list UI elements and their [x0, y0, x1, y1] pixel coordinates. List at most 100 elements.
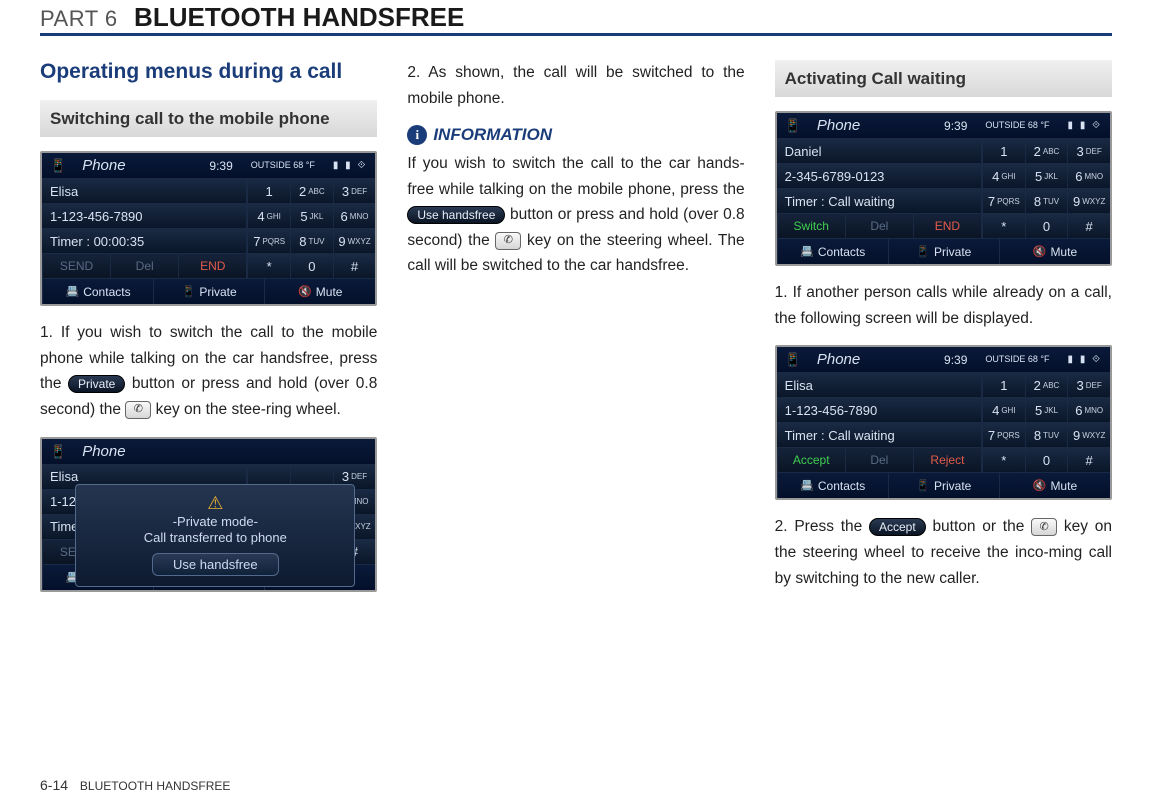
key-7[interactable]: 7PQRS: [982, 422, 1025, 447]
key-star[interactable]: *: [982, 447, 1025, 472]
send-button[interactable]: SEND: [42, 253, 110, 278]
key-6[interactable]: 6MNO: [1067, 397, 1110, 422]
del-button[interactable]: Del: [845, 213, 913, 238]
part-label: PART 6: [40, 6, 118, 31]
app-title: Phone: [817, 351, 860, 368]
call-key-icon: [495, 232, 521, 250]
use-handsfree-button[interactable]: Use handsfree: [152, 553, 279, 576]
end-button[interactable]: END: [178, 253, 246, 278]
use-handsfree-inline-button: Use handsfree: [407, 206, 505, 224]
signal-icons: ▮ ▮ ⟐: [1068, 354, 1102, 365]
step-1-text: 1. If you wish to switch the call to the…: [40, 320, 377, 422]
key-9[interactable]: 9WXYZ: [333, 228, 376, 253]
footer-section: BLUETOOTH HANDSFREE: [80, 779, 230, 793]
contacts-button[interactable]: Contacts: [42, 278, 153, 304]
key-8[interactable]: 8TUV: [1025, 188, 1068, 213]
clock: 9:39: [944, 353, 967, 367]
caller-name: Elisa: [777, 372, 981, 397]
popup-line1: -Private mode-: [86, 514, 344, 531]
key-4[interactable]: 4GHI: [982, 397, 1025, 422]
app-title: Phone: [817, 117, 860, 134]
key-5[interactable]: 5JKL: [1025, 397, 1068, 422]
phone-icon: [50, 443, 72, 460]
mute-button[interactable]: Mute: [264, 278, 375, 304]
caller-name: Daniel: [777, 138, 981, 163]
key-4[interactable]: 4GHI: [982, 163, 1025, 188]
subheading-switching: Switching call to the mobile phone: [40, 100, 377, 137]
key-7[interactable]: 7PQRS: [247, 228, 290, 253]
chapter-title: BLUETOOTH HANDSFREE: [134, 2, 464, 32]
screenshot-phone-call: Phone 9:39 OUTSIDE 68 °F ▮ ▮ ⟐ Elisa 1-1…: [40, 151, 377, 306]
del-button[interactable]: Del: [845, 447, 913, 472]
key-hash[interactable]: #: [333, 253, 376, 278]
contacts-button[interactable]: Contacts: [777, 238, 888, 264]
key-6[interactable]: 6MNO: [1067, 163, 1110, 188]
caller-number: 2-345-6789-0123: [777, 163, 981, 188]
private-button[interactable]: Private: [888, 472, 999, 498]
temp: OUTSIDE 68 °F: [985, 355, 1049, 364]
warning-icon: [86, 493, 344, 514]
caller-name: Elisa: [42, 178, 246, 203]
page-number: 6-14: [40, 777, 68, 793]
key-4[interactable]: 4GHI: [247, 203, 290, 228]
key-5[interactable]: 5JKL: [1025, 163, 1068, 188]
key-6[interactable]: 6MNO: [333, 203, 376, 228]
del-button[interactable]: Del: [110, 253, 178, 278]
key-0[interactable]: 0: [290, 253, 333, 278]
popup-line2: Call transferred to phone: [86, 530, 344, 547]
key-0[interactable]: 0: [1025, 447, 1068, 472]
key-hash[interactable]: #: [1067, 447, 1110, 472]
key-star[interactable]: *: [982, 213, 1025, 238]
content-columns: Operating menus during a call Switching …: [40, 60, 1112, 606]
key-5[interactable]: 5JKL: [290, 203, 333, 228]
clock: 9:39: [944, 119, 967, 133]
caller-number: 1-123-456-7890: [42, 203, 246, 228]
key-1[interactable]: 1: [982, 138, 1025, 163]
call-waiting-step2: 2. Press the Accept button or the key on…: [775, 514, 1112, 591]
information-body: If you wish to switch the call to the ca…: [407, 151, 744, 279]
phone-icon: [785, 117, 807, 134]
column-1: Operating menus during a call Switching …: [40, 60, 377, 606]
key-9[interactable]: 9WXYZ: [1067, 188, 1110, 213]
info-label: INFORMATION: [433, 125, 552, 145]
key-9[interactable]: 9WXYZ: [1067, 422, 1110, 447]
page-footer: 6-14 BLUETOOTH HANDSFREE: [40, 777, 230, 793]
screenshot-call-waiting-accept: Phone 9:39 OUTSIDE 68 °F ▮ ▮ ⟐ Elisa 1-1…: [775, 345, 1112, 500]
end-button[interactable]: END: [913, 213, 981, 238]
screenshot-call-waiting-switch: Phone 9:39 OUTSIDE 68 °F ▮ ▮ ⟐ Daniel 2-…: [775, 111, 1112, 266]
switch-button[interactable]: Switch: [777, 213, 845, 238]
key-3[interactable]: 3DEF: [333, 178, 376, 203]
caller-number: 1-123-456-7890: [777, 397, 981, 422]
mute-button[interactable]: Mute: [999, 238, 1110, 264]
key-2[interactable]: 2ABC: [1025, 372, 1068, 397]
key-star[interactable]: *: [247, 253, 290, 278]
key-3[interactable]: 3DEF: [1067, 372, 1110, 397]
column-2: 2. As shown, the call will be switched t…: [407, 60, 744, 606]
key-7[interactable]: 7PQRS: [982, 188, 1025, 213]
temp: OUTSIDE 68 °F: [985, 121, 1049, 130]
call-key-icon: [1031, 518, 1057, 536]
signal-icons: ▮ ▮ ⟐: [1068, 120, 1102, 131]
key-8[interactable]: 8TUV: [1025, 422, 1068, 447]
key-8[interactable]: 8TUV: [290, 228, 333, 253]
private-mode-popup: -Private mode- Call transferred to phone…: [75, 484, 355, 588]
mute-button[interactable]: Mute: [999, 472, 1110, 498]
call-timer: Timer : 00:00:35: [42, 228, 246, 253]
private-inline-button: Private: [68, 375, 125, 393]
temp: OUTSIDE 68 °F: [251, 161, 315, 170]
key-1[interactable]: 1: [247, 178, 290, 203]
key-1[interactable]: 1: [982, 372, 1025, 397]
contacts-button[interactable]: Contacts: [777, 472, 888, 498]
key-2[interactable]: 2ABC: [1025, 138, 1068, 163]
private-button[interactable]: Private: [153, 278, 264, 304]
key-hash[interactable]: #: [1067, 213, 1110, 238]
accept-button[interactable]: Accept: [777, 447, 845, 472]
signal-icons: ▮ ▮ ⟐: [333, 160, 367, 171]
reject-button[interactable]: Reject: [913, 447, 981, 472]
column-3: Activating Call waiting Phone 9:39 OUTSI…: [775, 60, 1112, 606]
key-3[interactable]: 3DEF: [1067, 138, 1110, 163]
key-0[interactable]: 0: [1025, 213, 1068, 238]
call-key-icon: [125, 401, 151, 419]
private-button[interactable]: Private: [888, 238, 999, 264]
key-2[interactable]: 2ABC: [290, 178, 333, 203]
